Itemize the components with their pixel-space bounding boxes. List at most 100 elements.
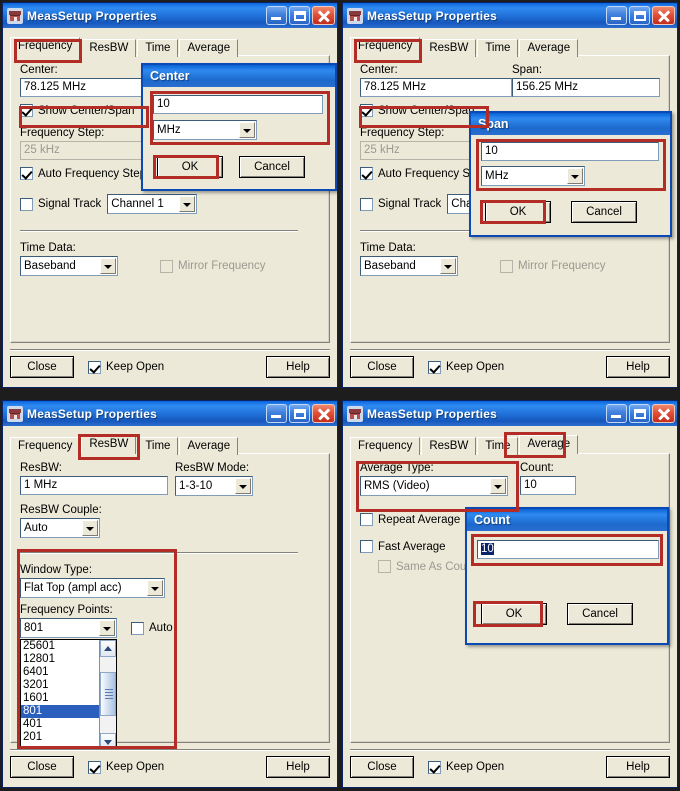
tab-resbw[interactable]: ResBW: [81, 435, 137, 454]
minimize-button[interactable]: [606, 6, 627, 25]
chevron-down-icon[interactable]: [100, 258, 116, 274]
repeat-average-label: Repeat Average: [378, 513, 461, 526]
list-item[interactable]: 401: [21, 718, 99, 731]
span-unit-select[interactable]: MHz: [481, 166, 585, 186]
span-cancel-button[interactable]: Cancel: [571, 201, 637, 223]
chevron-down-icon[interactable]: [147, 580, 163, 596]
list-item[interactable]: 25601: [21, 640, 99, 653]
keep-open-checkbox[interactable]: Keep Open: [88, 360, 164, 374]
count-input[interactable]: 10: [520, 476, 576, 495]
scroll-down-icon[interactable]: [100, 733, 116, 750]
span-ok-button[interactable]: OK: [485, 201, 551, 223]
app-icon: [7, 7, 23, 24]
list-item[interactable]: 801: [21, 705, 99, 718]
count-value-input[interactable]: 10: [477, 540, 659, 559]
tab-average[interactable]: Average: [179, 437, 239, 455]
chevron-down-icon[interactable]: [239, 122, 255, 138]
tab-time[interactable]: Time: [137, 437, 179, 455]
resbw-input[interactable]: 1 MHz: [20, 476, 168, 495]
resbw-mode-select[interactable]: 1-3-10: [175, 476, 253, 496]
count-ok-button[interactable]: OK: [481, 603, 547, 625]
center-value-input[interactable]: 10: [153, 95, 323, 114]
minimize-button[interactable]: [266, 6, 287, 25]
titlebar[interactable]: MeasSetup Properties: [3, 3, 337, 28]
help-button[interactable]: Help: [266, 756, 330, 778]
tab-average[interactable]: Average: [519, 435, 579, 454]
list-item[interactable]: 6401: [21, 666, 99, 679]
close-button[interactable]: Close: [10, 356, 74, 378]
span-input[interactable]: 156.25 MHz: [512, 78, 660, 97]
window-type-value: Flat Top (ampl acc): [24, 582, 122, 594]
resbw-couple-select[interactable]: Auto: [20, 518, 100, 538]
close-button[interactable]: Close: [350, 356, 414, 378]
listbox-scrollbar[interactable]: [99, 640, 116, 750]
tab-average[interactable]: Average: [179, 39, 239, 57]
count-dialog: Count 10 OK Cancel: [465, 507, 669, 645]
center-ok-button[interactable]: OK: [157, 156, 223, 178]
help-button[interactable]: Help: [606, 356, 670, 378]
span-value-input[interactable]: 10: [481, 142, 659, 161]
tab-resbw[interactable]: ResBW: [421, 39, 477, 57]
close-icon[interactable]: [312, 6, 335, 25]
close-icon[interactable]: [652, 6, 675, 25]
auto-points-checkbox[interactable]: Auto: [131, 621, 173, 635]
maximize-button[interactable]: [629, 6, 650, 25]
signal-track-checkbox[interactable]: Signal Track: [360, 197, 441, 211]
mirror-frequency-checkbox: Mirror Frequency: [160, 259, 266, 273]
time-data-select[interactable]: Baseband: [360, 256, 458, 276]
center-cancel-button[interactable]: Cancel: [239, 156, 305, 178]
chevron-down-icon[interactable]: [440, 258, 456, 274]
tab-frequency[interactable]: Frequency: [350, 37, 421, 56]
tab-time[interactable]: Time: [137, 39, 179, 57]
center-input[interactable]: 78.125 MHz: [360, 78, 512, 97]
tab-frequency[interactable]: Frequency: [10, 437, 81, 455]
list-item[interactable]: 1601: [21, 692, 99, 705]
tab-frequency[interactable]: Frequency: [10, 37, 81, 56]
close-icon[interactable]: [312, 404, 335, 423]
close-button[interactable]: Close: [350, 756, 414, 778]
list-item[interactable]: 3201: [21, 679, 99, 692]
titlebar[interactable]: MeasSetup Properties: [343, 3, 677, 28]
tab-time[interactable]: Time: [477, 39, 519, 57]
close-icon[interactable]: [652, 404, 675, 423]
chevron-down-icon[interactable]: [567, 168, 583, 184]
chevron-down-icon[interactable]: [179, 196, 196, 212]
maximize-button[interactable]: [289, 404, 310, 423]
minimize-button[interactable]: [266, 404, 287, 423]
count-cancel-button[interactable]: Cancel: [567, 603, 633, 625]
list-item[interactable]: 12801: [21, 653, 99, 666]
scrollbar-thumb[interactable]: [100, 672, 116, 716]
center-unit-select[interactable]: MHz: [153, 120, 257, 140]
tab-average[interactable]: Average: [519, 39, 579, 57]
keep-open-checkbox[interactable]: Keep Open: [88, 760, 164, 774]
time-data-select[interactable]: Baseband: [20, 256, 118, 276]
close-button[interactable]: Close: [10, 756, 74, 778]
keep-open-checkbox[interactable]: Keep Open: [428, 360, 504, 374]
chevron-down-icon[interactable]: [99, 620, 115, 636]
maximize-button[interactable]: [629, 404, 650, 423]
scroll-up-icon[interactable]: [100, 640, 116, 657]
tab-resbw[interactable]: ResBW: [421, 437, 477, 455]
minimize-button[interactable]: [606, 404, 627, 423]
chevron-down-icon[interactable]: [235, 478, 251, 494]
help-button[interactable]: Help: [266, 356, 330, 378]
maximize-button[interactable]: [289, 6, 310, 25]
frequency-points-listbox[interactable]: 25601 12801 6401 3201 1601 801 401 201: [20, 639, 117, 751]
frequency-points-select[interactable]: 801: [20, 618, 117, 638]
list-item[interactable]: 201: [21, 731, 99, 744]
frequency-points-items: 25601 12801 6401 3201 1601 801 401 201: [21, 640, 99, 750]
chevron-down-icon[interactable]: [490, 478, 506, 494]
tab-time[interactable]: Time: [477, 437, 519, 455]
help-button[interactable]: Help: [606, 756, 670, 778]
titlebar[interactable]: MeasSetup Properties: [3, 401, 337, 426]
window-type-select[interactable]: Flat Top (ampl acc): [20, 578, 165, 598]
tab-frequency[interactable]: Frequency: [350, 437, 421, 455]
tab-resbw[interactable]: ResBW: [81, 39, 137, 57]
titlebar[interactable]: MeasSetup Properties: [343, 401, 677, 426]
signal-track-checkbox[interactable]: Signal Track: [20, 197, 101, 211]
signal-track-channel-select[interactable]: Channel 1: [107, 194, 198, 214]
chevron-down-icon[interactable]: [82, 520, 98, 536]
count-label: Count:: [520, 462, 554, 474]
average-type-select[interactable]: RMS (Video): [360, 476, 508, 496]
keep-open-checkbox[interactable]: Keep Open: [428, 760, 504, 774]
